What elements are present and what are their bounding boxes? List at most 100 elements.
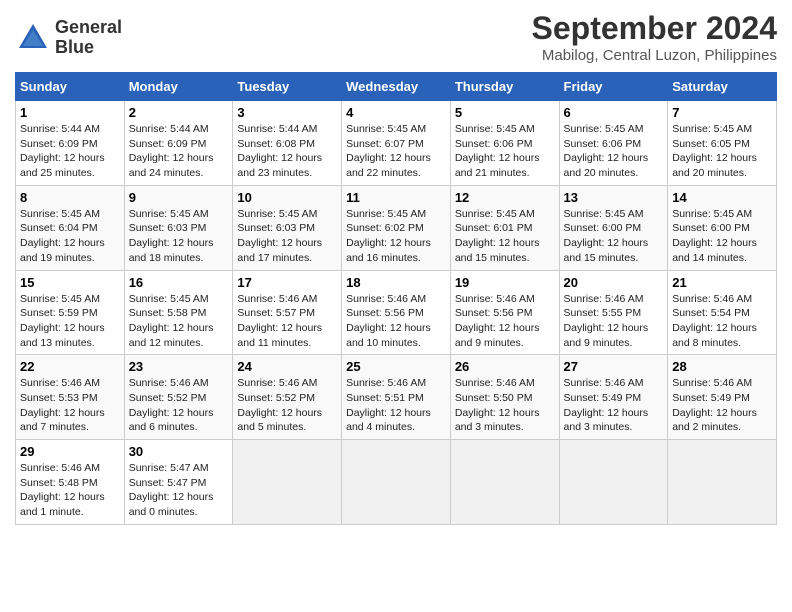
title-area: September 2024 Mabilog, Central Luzon, P… bbox=[532, 10, 777, 64]
calendar-cell: 17Sunrise: 5:46 AMSunset: 5:57 PMDayligh… bbox=[233, 270, 342, 355]
calendar-header-row: SundayMondayTuesdayWednesdayThursdayFrid… bbox=[16, 73, 777, 101]
logo: General Blue bbox=[15, 18, 122, 58]
day-number: 26 bbox=[455, 359, 555, 374]
calendar-body: 1 Sunrise: 5:44 AMSunset: 6:09 PMDaylight… bbox=[16, 101, 777, 525]
day-info: Sunrise: 5:44 AMSunset: 6:09 PMDaylight:… bbox=[129, 122, 229, 181]
calendar-cell: 23 Sunrise: 5:46 AMSunset: 5:52 PMDayligh… bbox=[124, 355, 233, 440]
day-number: 4 bbox=[346, 105, 446, 120]
calendar-week-row: 8 Sunrise: 5:45 AMSunset: 6:04 PMDaylight… bbox=[16, 185, 777, 270]
calendar-week-row: 1 Sunrise: 5:44 AMSunset: 6:09 PMDaylight… bbox=[16, 101, 777, 186]
day-info: Sunrise: 5:46 AMSunset: 5:55 PMDaylight:… bbox=[564, 292, 664, 351]
calendar-week-row: 15 Sunrise: 5:45 AMSunset: 5:59 PMDayligh… bbox=[16, 270, 777, 355]
day-info: Sunrise: 5:46 AMSunset: 5:51 PMDaylight:… bbox=[346, 376, 446, 435]
header-cell-tuesday: Tuesday bbox=[233, 73, 342, 101]
calendar-cell: 24Sunrise: 5:46 AMSunset: 5:52 PMDayligh… bbox=[233, 355, 342, 440]
day-number: 14 bbox=[672, 190, 772, 205]
calendar-cell bbox=[450, 440, 559, 525]
day-number: 17 bbox=[237, 275, 337, 290]
day-info: Sunrise: 5:45 AMSunset: 6:00 PMDaylight:… bbox=[672, 207, 772, 266]
day-number: 29 bbox=[20, 444, 120, 459]
day-number: 10 bbox=[237, 190, 337, 205]
calendar-cell: 15 Sunrise: 5:45 AMSunset: 5:59 PMDayligh… bbox=[16, 270, 125, 355]
calendar-cell: 22Sunrise: 5:46 AMSunset: 5:53 PMDayligh… bbox=[16, 355, 125, 440]
calendar-cell bbox=[559, 440, 668, 525]
calendar-cell: 1Sunrise: 5:44 AMSunset: 6:09 PMDaylight… bbox=[16, 101, 125, 186]
calendar-cell bbox=[342, 440, 451, 525]
day-info: Sunrise: 5:47 AMSunset: 5:47 PMDaylight:… bbox=[129, 461, 229, 520]
header-cell-monday: Monday bbox=[124, 73, 233, 101]
calendar-cell: 29 Sunrise: 5:46 AMSunset: 5:48 PMDayligh… bbox=[16, 440, 125, 525]
day-info: Sunrise: 5:45 AMSunset: 6:00 PMDaylight:… bbox=[564, 207, 664, 266]
calendar-cell: 2 Sunrise: 5:44 AMSunset: 6:09 PMDaylight… bbox=[124, 101, 233, 186]
calendar-cell: 27 Sunrise: 5:46 AMSunset: 5:49 PMDayligh… bbox=[559, 355, 668, 440]
header-cell-wednesday: Wednesday bbox=[342, 73, 451, 101]
day-number: 21 bbox=[672, 275, 772, 290]
day-number: 20 bbox=[564, 275, 664, 290]
calendar-cell: 26 Sunrise: 5:46 AMSunset: 5:50 PMDayligh… bbox=[450, 355, 559, 440]
day-number: 1 bbox=[20, 105, 120, 120]
header: General Blue September 2024 Mabilog, Cen… bbox=[15, 10, 777, 64]
calendar-cell: 20 Sunrise: 5:46 AMSunset: 5:55 PMDayligh… bbox=[559, 270, 668, 355]
calendar-cell: 28 Sunrise: 5:46 AMSunset: 5:49 PMDayligh… bbox=[668, 355, 777, 440]
calendar-cell: 13 Sunrise: 5:45 AMSunset: 6:00 PMDayligh… bbox=[559, 185, 668, 270]
day-info: Sunrise: 5:46 AMSunset: 5:52 PMDaylight:… bbox=[129, 376, 229, 435]
day-info: Sunrise: 5:46 AMSunset: 5:49 PMDaylight:… bbox=[672, 376, 772, 435]
day-info: Sunrise: 5:45 AMSunset: 6:04 PMDaylight:… bbox=[20, 207, 120, 266]
header-cell-friday: Friday bbox=[559, 73, 668, 101]
calendar-cell bbox=[668, 440, 777, 525]
day-info: Sunrise: 5:46 AMSunset: 5:54 PMDaylight:… bbox=[672, 292, 772, 351]
day-number: 12 bbox=[455, 190, 555, 205]
calendar-cell: 6Sunrise: 5:45 AMSunset: 6:06 PMDaylight… bbox=[559, 101, 668, 186]
day-info: Sunrise: 5:45 AMSunset: 6:06 PMDaylight:… bbox=[455, 122, 555, 181]
day-info: Sunrise: 5:46 AMSunset: 5:50 PMDaylight:… bbox=[455, 376, 555, 435]
day-info: Sunrise: 5:45 AMSunset: 5:59 PMDaylight:… bbox=[20, 292, 120, 351]
calendar-cell: 12 Sunrise: 5:45 AMSunset: 6:01 PMDayligh… bbox=[450, 185, 559, 270]
header-cell-thursday: Thursday bbox=[450, 73, 559, 101]
day-info: Sunrise: 5:45 AMSunset: 6:01 PMDaylight:… bbox=[455, 207, 555, 266]
day-number: 9 bbox=[129, 190, 229, 205]
calendar-cell: 8 Sunrise: 5:45 AMSunset: 6:04 PMDaylight… bbox=[16, 185, 125, 270]
day-info: Sunrise: 5:46 AMSunset: 5:56 PMDaylight:… bbox=[346, 292, 446, 351]
day-number: 28 bbox=[672, 359, 772, 374]
calendar-week-row: 29 Sunrise: 5:46 AMSunset: 5:48 PMDayligh… bbox=[16, 440, 777, 525]
day-number: 15 bbox=[20, 275, 120, 290]
day-info: Sunrise: 5:44 AMSunset: 6:08 PMDaylight:… bbox=[237, 122, 337, 181]
calendar-cell: 14 Sunrise: 5:45 AMSunset: 6:00 PMDayligh… bbox=[668, 185, 777, 270]
day-number: 8 bbox=[20, 190, 120, 205]
day-number: 19 bbox=[455, 275, 555, 290]
calendar-table: SundayMondayTuesdayWednesdayThursdayFrid… bbox=[15, 72, 777, 525]
day-number: 18 bbox=[346, 275, 446, 290]
day-number: 3 bbox=[237, 105, 337, 120]
day-number: 5 bbox=[455, 105, 555, 120]
day-number: 24 bbox=[237, 359, 337, 374]
calendar-cell: 4 Sunrise: 5:45 AMSunset: 6:07 PMDaylight… bbox=[342, 101, 451, 186]
calendar-cell: 7Sunrise: 5:45 AMSunset: 6:05 PMDaylight… bbox=[668, 101, 777, 186]
header-cell-sunday: Sunday bbox=[16, 73, 125, 101]
day-number: 22 bbox=[20, 359, 120, 374]
day-number: 25 bbox=[346, 359, 446, 374]
calendar-cell: 9 Sunrise: 5:45 AMSunset: 6:03 PMDaylight… bbox=[124, 185, 233, 270]
day-number: 7 bbox=[672, 105, 772, 120]
calendar-cell: 25 Sunrise: 5:46 AMSunset: 5:51 PMDayligh… bbox=[342, 355, 451, 440]
day-number: 2 bbox=[129, 105, 229, 120]
day-number: 30 bbox=[129, 444, 229, 459]
day-info: Sunrise: 5:46 AMSunset: 5:49 PMDaylight:… bbox=[564, 376, 664, 435]
logo-icon bbox=[15, 20, 51, 56]
day-number: 27 bbox=[564, 359, 664, 374]
calendar-cell: 5 Sunrise: 5:45 AMSunset: 6:06 PMDaylight… bbox=[450, 101, 559, 186]
day-info: Sunrise: 5:45 AMSunset: 6:03 PMDaylight:… bbox=[129, 207, 229, 266]
calendar-cell: 10Sunrise: 5:45 AMSunset: 6:03 PMDayligh… bbox=[233, 185, 342, 270]
header-cell-saturday: Saturday bbox=[668, 73, 777, 101]
day-info: Sunrise: 5:45 AMSunset: 6:02 PMDaylight:… bbox=[346, 207, 446, 266]
day-info: Sunrise: 5:45 AMSunset: 6:06 PMDaylight:… bbox=[564, 122, 664, 181]
day-number: 16 bbox=[129, 275, 229, 290]
calendar-cell bbox=[233, 440, 342, 525]
day-number: 13 bbox=[564, 190, 664, 205]
day-info: Sunrise: 5:46 AMSunset: 5:48 PMDaylight:… bbox=[20, 461, 120, 520]
day-number: 11 bbox=[346, 190, 446, 205]
day-number: 23 bbox=[129, 359, 229, 374]
calendar-cell: 3 Sunrise: 5:44 AMSunset: 6:08 PMDaylight… bbox=[233, 101, 342, 186]
calendar-cell: 30 Sunrise: 5:47 AMSunset: 5:47 PMDayligh… bbox=[124, 440, 233, 525]
day-info: Sunrise: 5:45 AMSunset: 6:07 PMDaylight:… bbox=[346, 122, 446, 181]
calendar-cell: 19Sunrise: 5:46 AMSunset: 5:56 PMDayligh… bbox=[450, 270, 559, 355]
